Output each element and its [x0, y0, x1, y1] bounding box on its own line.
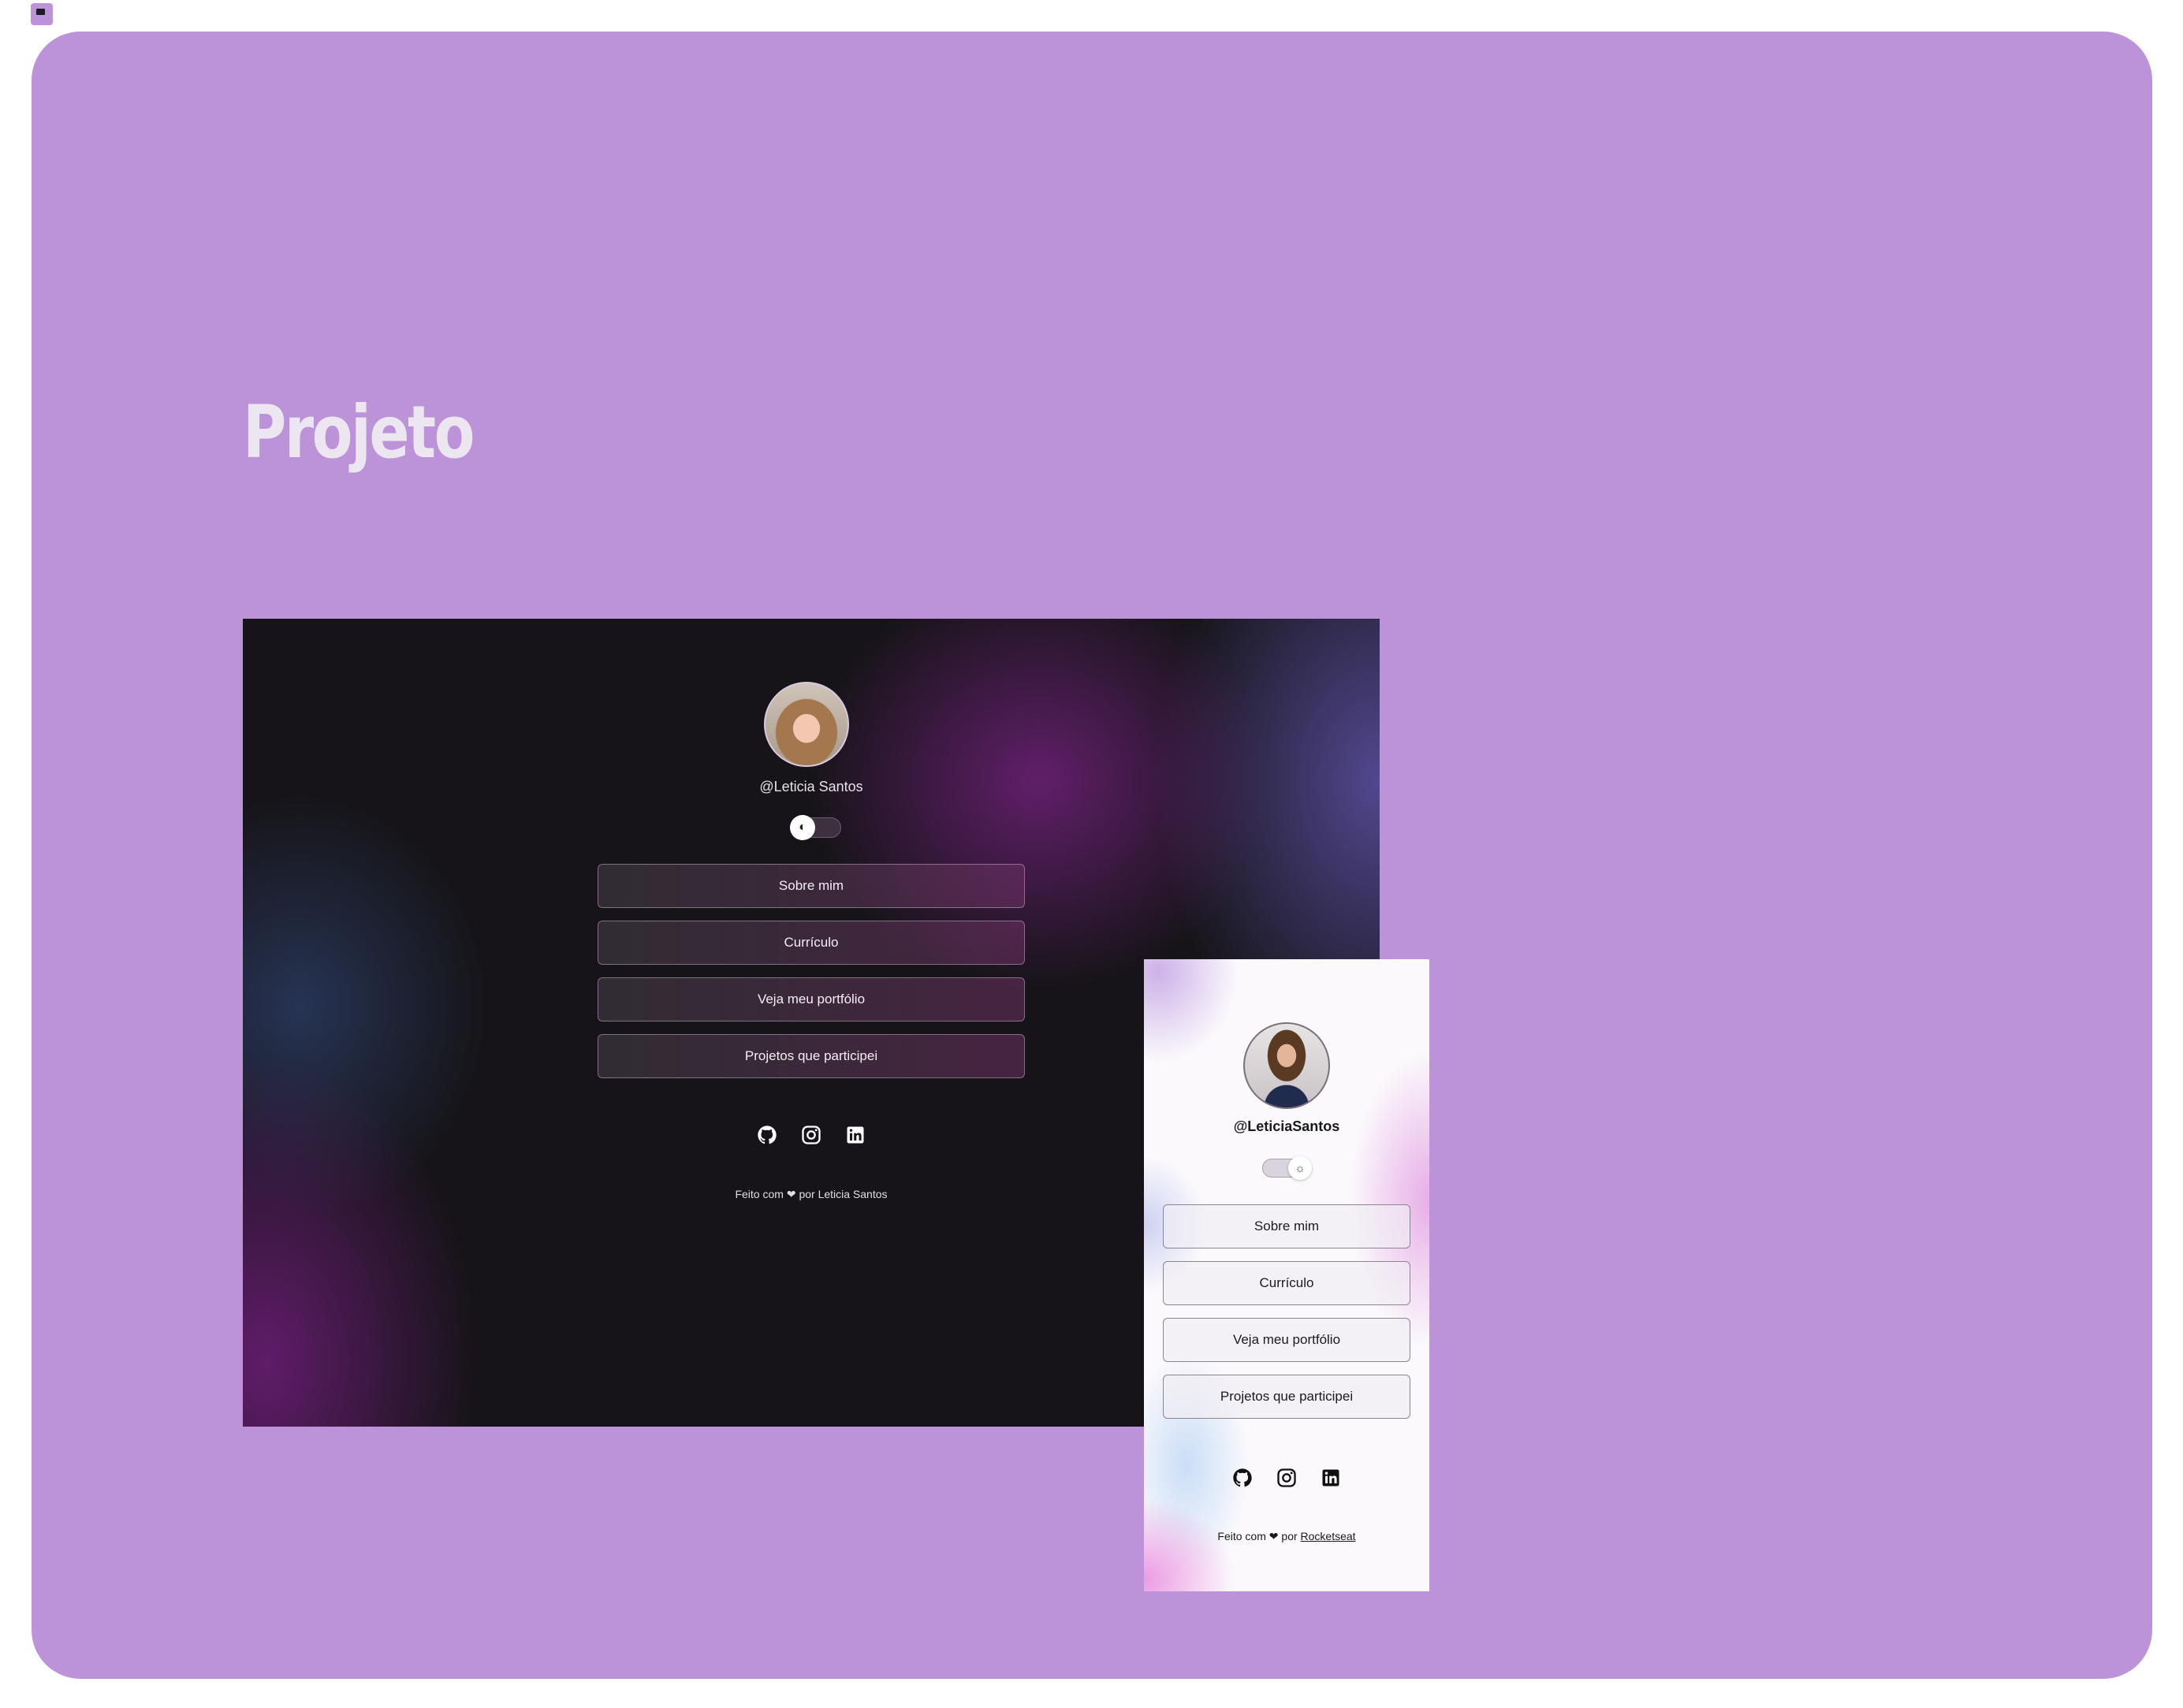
heart-icon: ❤: [1268, 1530, 1279, 1542]
footer-prefix: Feito com: [1217, 1530, 1266, 1542]
linkedin-icon[interactable]: [844, 1124, 866, 1146]
footer: Feito com ❤ por Rocketseat: [1144, 1530, 1429, 1543]
instagram-icon[interactable]: [1276, 1467, 1298, 1489]
link-projetos[interactable]: Projetos que participei: [1163, 1375, 1410, 1419]
footer-middle: por: [799, 1188, 815, 1200]
link-portfolio[interactable]: Veja meu portfólio: [1163, 1318, 1410, 1362]
project-card: Projeto @Leticia Santos ◐ Sobre mim Curr…: [32, 32, 2152, 1679]
link-curriculo[interactable]: Currículo: [598, 921, 1025, 965]
profile-handle: @Leticia Santos: [759, 779, 863, 794]
profile-handle: @LeticiaSantos: [1233, 1118, 1340, 1134]
link-list: Sobre mim Currículo Veja meu portfólio P…: [1163, 1204, 1410, 1431]
link-projetos[interactable]: Projetos que participei: [598, 1034, 1025, 1078]
link-sobre-mim[interactable]: Sobre mim: [598, 864, 1025, 908]
link-portfolio[interactable]: Veja meu portfólio: [598, 977, 1025, 1021]
sun-icon: ☼: [1288, 1156, 1312, 1180]
mobile-preview: @LeticiaSantos ☼ Sobre mim Currículo Vej…: [1144, 959, 1429, 1591]
flag-icon: [31, 3, 53, 25]
social-links: [1144, 1467, 1429, 1489]
footer-author-link[interactable]: Rocketseat: [1301, 1530, 1356, 1542]
github-icon[interactable]: [756, 1124, 778, 1146]
heart-icon: ❤: [786, 1188, 796, 1200]
page-title: Projeto: [243, 390, 475, 474]
footer-author: Leticia Santos: [818, 1188, 888, 1200]
linkedin-icon[interactable]: [1320, 1467, 1342, 1489]
link-curriculo[interactable]: Currículo: [1163, 1261, 1410, 1305]
moon-icon: ◐: [790, 815, 815, 840]
avatar: [1243, 1022, 1330, 1109]
instagram-icon[interactable]: [800, 1124, 822, 1146]
link-sobre-mim[interactable]: Sobre mim: [1163, 1204, 1410, 1248]
github-icon[interactable]: [1231, 1467, 1254, 1489]
footer-middle: por: [1281, 1530, 1298, 1542]
theme-toggle[interactable]: ◐: [790, 815, 841, 840]
link-list: Sobre mim Currículo Veja meu portfólio P…: [598, 864, 1025, 1091]
theme-toggle[interactable]: ☼: [1262, 1156, 1312, 1180]
avatar: [764, 682, 849, 767]
footer-prefix: Feito com: [735, 1188, 784, 1200]
